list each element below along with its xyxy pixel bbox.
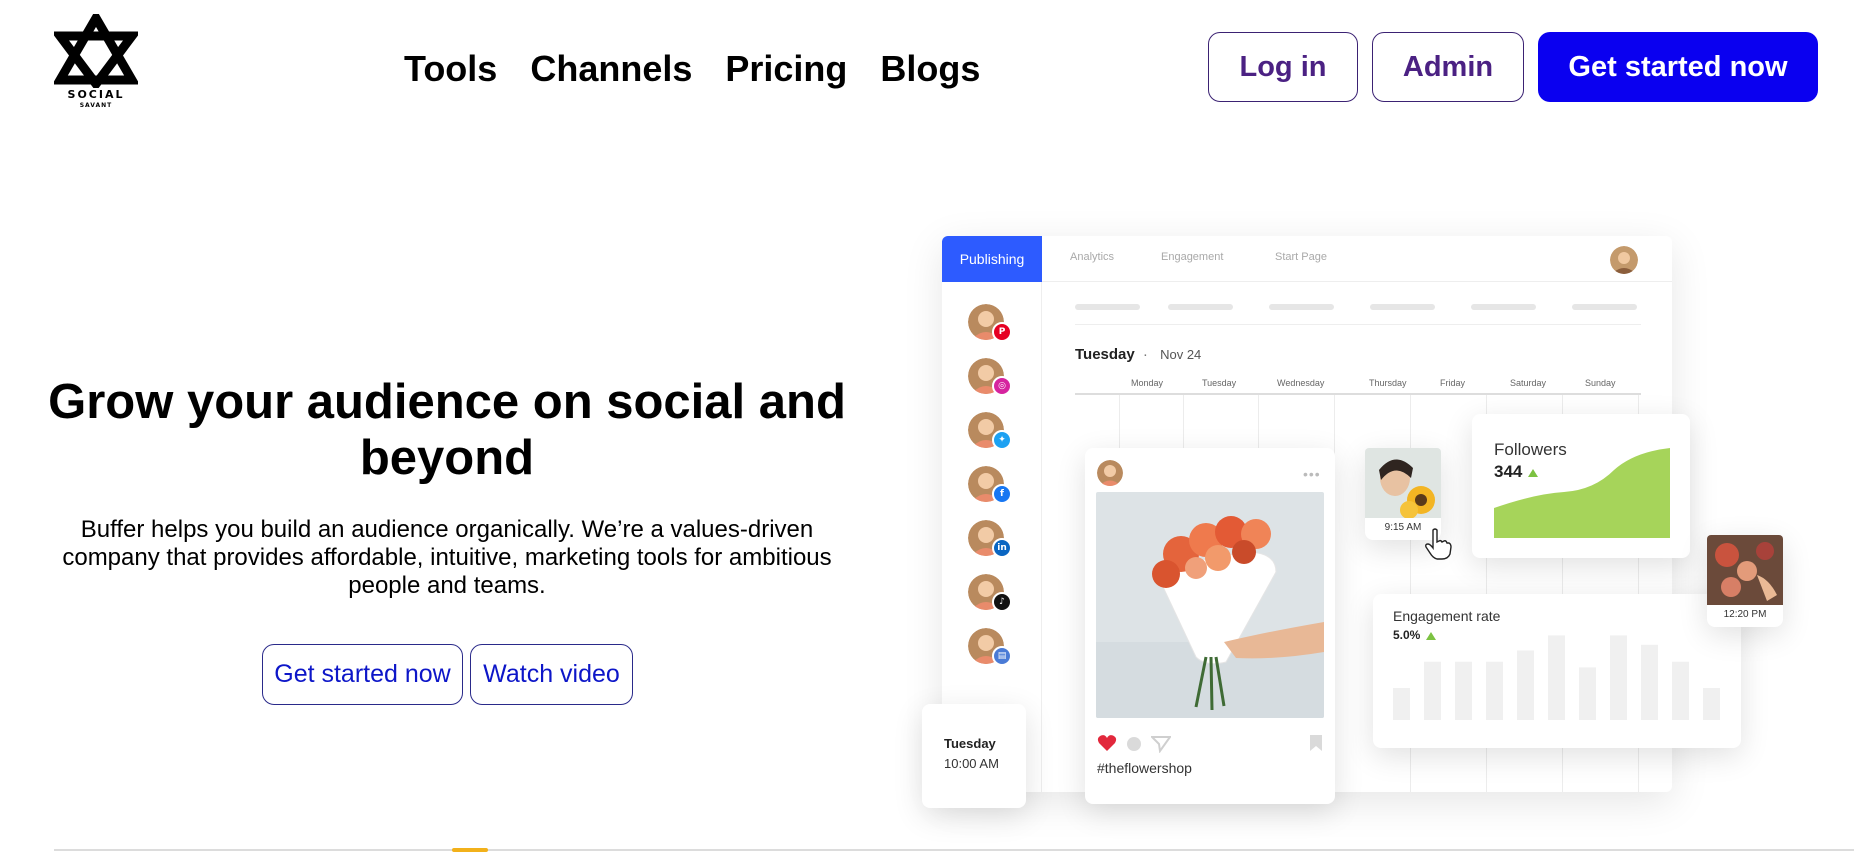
nav-blogs[interactable]: Blogs	[880, 48, 980, 90]
facebook-icon: f	[992, 484, 1012, 504]
hero-title: Grow your audience on social and beyond	[48, 375, 846, 485]
calendar-date-separator: ·	[1142, 346, 1148, 363]
admin-button[interactable]: Admin	[1372, 32, 1524, 102]
thumbnail-time: 12:20 PM	[1723, 609, 1767, 620]
post-preview-card: ••• #theflowershop	[1085, 448, 1335, 804]
calendar-date-value: Nov 24	[1160, 347, 1202, 362]
weekday-label: Monday	[1131, 378, 1164, 388]
calendar-day: Tuesday	[1075, 346, 1135, 363]
placeholder-bar	[1269, 304, 1334, 310]
twitter-icon: ✦	[992, 430, 1012, 450]
engagement-bar	[1517, 650, 1534, 720]
engagement-bar	[1672, 661, 1689, 720]
engagement-bar	[1610, 635, 1627, 720]
hero-subtitle: Buffer helps you build an audience organ…	[62, 516, 832, 599]
logo-mark-icon	[54, 14, 138, 88]
followers-growth-chart	[1494, 448, 1670, 538]
linkedin-icon: in	[992, 538, 1012, 558]
engagement-bar	[1393, 688, 1410, 720]
weekday-label: Wednesday	[1277, 378, 1325, 388]
main-nav: Tools Channels Pricing Blogs	[404, 48, 980, 90]
pinterest-icon: P	[992, 322, 1012, 342]
schedule-day: Tuesday	[944, 736, 996, 751]
scheduled-post-thumbnail: 12:20 PM	[1707, 535, 1783, 627]
engagement-bar	[1455, 661, 1472, 720]
login-button[interactable]: Log in	[1208, 32, 1358, 102]
post-avatar	[1097, 460, 1123, 486]
placeholder-bar	[1370, 304, 1435, 310]
placeholder-bar	[1075, 304, 1140, 310]
brand-name: SOCIAL	[67, 88, 125, 101]
placeholder-bar	[1471, 304, 1536, 310]
tab-engagement: Engagement	[1161, 251, 1224, 263]
instagram-icon: ◎	[992, 376, 1012, 396]
nav-pricing[interactable]: Pricing	[725, 48, 847, 90]
scheduled-post-thumbnail: 9:15 AM	[1365, 448, 1441, 540]
tab-start-page: Start Page	[1275, 251, 1327, 263]
weekday-label: Tuesday	[1202, 378, 1237, 388]
channel-linkedin: in	[968, 520, 1012, 558]
comment-icon	[1127, 737, 1141, 751]
thumbnail-image	[1707, 535, 1783, 605]
engagement-bar	[1424, 661, 1441, 720]
tab-publishing: Publishing	[942, 236, 1042, 282]
schedule-time: 10:00 AM	[944, 756, 999, 771]
engagement-bar-chart	[1393, 635, 1720, 720]
nav-tools[interactable]: Tools	[404, 48, 497, 90]
get-started-hero-button[interactable]: Get started now	[262, 644, 463, 705]
watch-video-button[interactable]: Watch video	[470, 644, 633, 705]
channel-instagram: ◎	[968, 358, 1012, 396]
bookmark-icon	[1310, 735, 1322, 751]
calendar-header-line	[1075, 393, 1641, 395]
more-options-icon: •••	[1303, 466, 1321, 482]
channel-facebook: f	[968, 466, 1012, 504]
weekday-label: Sunday	[1585, 378, 1616, 388]
schedule-time-card: Tuesday 10:00 AM	[922, 704, 1026, 808]
heart-icon	[1097, 735, 1117, 751]
post-photo	[1096, 492, 1324, 718]
engagement-bar	[1641, 644, 1658, 720]
post-hashtag: #theflowershop	[1097, 760, 1192, 776]
channel-google-business: ▤	[968, 628, 1012, 666]
placeholder-bar	[1168, 304, 1233, 310]
mockup-user-avatar	[1610, 246, 1638, 274]
placeholder-bar	[1572, 304, 1637, 310]
section-divider-accent	[452, 848, 488, 852]
engagement-bar	[1703, 688, 1720, 720]
logo[interactable]: SOCIAL SAVANT	[52, 14, 140, 110]
channel-twitter: ✦	[968, 412, 1012, 450]
section-divider	[54, 849, 1854, 851]
tab-analytics: Analytics	[1070, 251, 1115, 263]
get-started-header-button[interactable]: Get started now	[1538, 32, 1818, 102]
share-icon	[1151, 736, 1171, 753]
engagement-bar	[1548, 635, 1565, 720]
engagement-bar	[1579, 667, 1596, 720]
google-business-icon: ▤	[992, 646, 1012, 666]
weekday-label: Thursday	[1369, 378, 1407, 388]
channel-pinterest: P	[968, 304, 1012, 342]
thumbnail-image	[1365, 448, 1441, 518]
tiktok-icon: ♪	[992, 592, 1012, 612]
hand-cursor-icon	[1425, 528, 1452, 560]
weekday-label: Saturday	[1510, 378, 1547, 388]
nav-channels[interactable]: Channels	[530, 48, 692, 90]
mockup-separator	[1075, 324, 1641, 325]
engagement-rate-card: Engagement rate 5.0%	[1373, 594, 1741, 748]
brand-sub: SAVANT	[79, 102, 113, 109]
calendar-date: Tuesday · Nov 24	[1075, 346, 1201, 363]
engagement-bar	[1486, 661, 1503, 720]
channel-tiktok: ♪	[968, 574, 1012, 612]
followers-card: Followers 344	[1472, 414, 1690, 558]
weekday-label: Friday	[1440, 378, 1466, 388]
